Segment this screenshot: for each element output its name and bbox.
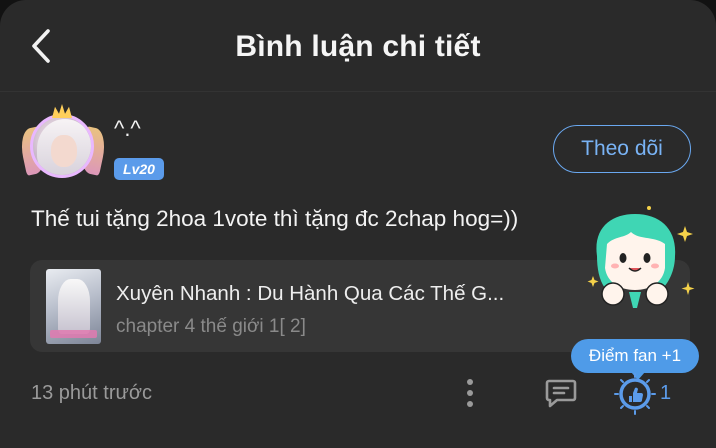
comment-detail-screen: Bình luận chi tiết ^.^ Lv20 Theo dõi Thế…: [0, 0, 716, 448]
divider: [0, 436, 716, 448]
book-title: Xuyên Nhanh : Du Hành Qua Các Thế G...: [116, 282, 505, 305]
like-button[interactable]: [612, 372, 658, 416]
avatar[interactable]: [17, 104, 109, 188]
avatar-frame-crown: [52, 104, 72, 118]
comment-timestamp: 13 phút trước: [31, 382, 153, 404]
top-bar: Bình luận chi tiết: [0, 0, 716, 92]
more-vertical-icon: [467, 379, 473, 407]
more-options-button[interactable]: [460, 376, 480, 410]
comment-icon: [545, 379, 577, 408]
avatar-image: [30, 114, 94, 178]
book-chapter: chapter 4 thế giới 1[ 2]: [116, 316, 306, 337]
follow-button[interactable]: Theo dõi: [553, 125, 691, 173]
like-count: 1: [660, 382, 672, 404]
level-badge: Lv20: [114, 158, 164, 180]
comment-text: Thế tui tặng 2hoa 1vote thì tặng đc 2cha…: [31, 206, 519, 231]
thumbs-up-icon: [614, 373, 656, 415]
page-title: Bình luận chi tiết: [235, 30, 481, 63]
username[interactable]: ^.^: [114, 116, 141, 142]
book-cover: [46, 269, 101, 344]
reply-button[interactable]: [543, 376, 579, 410]
fan-points-tooltip: Điểm fan +1: [571, 339, 699, 380]
mascot-sticker-icon: [587, 206, 695, 308]
